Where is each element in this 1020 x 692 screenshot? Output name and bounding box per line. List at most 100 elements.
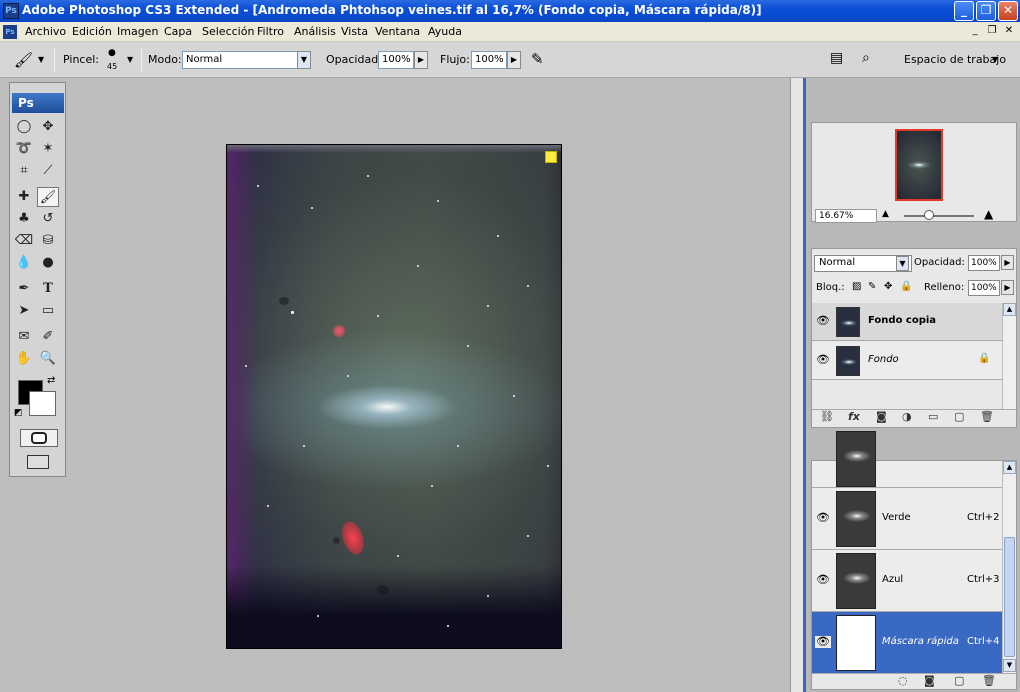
hand-icon[interactable]: ✋ (13, 349, 35, 369)
menu-ventana[interactable]: Ventana (375, 25, 420, 38)
menu-seleccion[interactable]: Selección (202, 25, 254, 38)
channel-row[interactable]: 👁 Verde Ctrl+2 (812, 488, 1003, 550)
document-icon[interactable]: Ps (3, 25, 17, 39)
lasso-icon[interactable]: ➰ (13, 139, 35, 159)
layer-opacity-input[interactable]: 100% (968, 255, 1000, 271)
notes-icon[interactable]: ✉ (13, 327, 35, 347)
scroll-up-icon[interactable]: ▲ (1003, 461, 1016, 474)
channel-row[interactable]: 👁 Máscara rápida Ctrl+4 (812, 612, 1003, 674)
close-button[interactable]: ✕ (998, 1, 1018, 21)
brush-picker-arrow-icon[interactable]: ▼ (127, 55, 133, 64)
layer-opacity-arrow-icon[interactable]: ▶ (1001, 255, 1014, 270)
path-selection-icon[interactable]: ➤ (13, 301, 35, 321)
restore-button[interactable]: ❐ (976, 1, 996, 21)
channel-row-partial[interactable] (812, 431, 1003, 488)
layer-row[interactable]: 👁 Fondo copia (812, 303, 1003, 341)
zoom-icon[interactable]: 🔍 (37, 349, 59, 369)
lock-transparency-icon[interactable]: ▨ (852, 281, 861, 292)
note-icon[interactable] (545, 151, 557, 163)
pen-icon[interactable]: ✒ (13, 279, 35, 299)
scroll-up-icon[interactable]: ▲ (1003, 303, 1016, 316)
quick-mask-button[interactable] (20, 429, 58, 447)
layer-fill-input[interactable]: 100% (968, 280, 1000, 296)
screen-mode-icon[interactable] (27, 455, 49, 469)
add-mask-icon[interactable]: ◙ (876, 410, 887, 423)
zoom-slider-thumb[interactable] (924, 210, 934, 220)
doc-minimize-button[interactable]: _ (968, 25, 982, 38)
menu-archivo[interactable]: Archivo (25, 25, 66, 38)
slice-icon[interactable]: ⟋ (37, 161, 59, 181)
layer-style-icon[interactable]: fx (848, 410, 860, 423)
link-layers-icon[interactable]: ⛓ (820, 410, 834, 423)
new-layer-icon[interactable]: ▢ (954, 410, 964, 423)
eye-icon[interactable]: 👁 (815, 636, 831, 648)
doc-restore-button[interactable]: ❐ (985, 25, 999, 38)
menu-analisis[interactable]: Análisis (294, 25, 336, 38)
opacity-input[interactable]: 100% (378, 51, 414, 69)
flow-input[interactable]: 100% (471, 51, 507, 69)
lock-all-icon[interactable]: 🔒 (900, 281, 912, 292)
menu-capa[interactable]: Capa (164, 25, 192, 38)
default-colors-icon[interactable]: ◩ (14, 408, 23, 418)
crop-icon[interactable]: ⌗ (13, 161, 35, 181)
bridge-icon[interactable]: ⌕ (862, 50, 870, 66)
tools-panel-logo[interactable]: Ps (12, 93, 64, 113)
paint-bucket-icon[interactable]: ⛁ (37, 231, 59, 251)
lock-position-icon[interactable]: ✥ (884, 281, 892, 292)
magic-wand-icon[interactable]: ✶ (37, 139, 59, 159)
background-color-swatch[interactable] (29, 391, 56, 416)
clone-stamp-icon[interactable]: ♣ (13, 209, 35, 229)
menu-edicion[interactable]: Edición (72, 25, 112, 38)
swap-colors-icon[interactable]: ⇄ (47, 375, 55, 386)
layers-scrollbar[interactable]: ▲ (1002, 303, 1016, 409)
menu-ayuda[interactable]: Ayuda (428, 25, 462, 38)
eraser-icon[interactable]: ⌫ (13, 231, 35, 251)
zoom-out-icon[interactable]: ▲ (882, 209, 889, 219)
delete-layer-icon[interactable]: 🗑 (980, 410, 994, 423)
scroll-thumb[interactable] (1004, 537, 1015, 657)
history-brush-icon[interactable]: ↺ (37, 209, 59, 229)
brush-tool-icon[interactable]: 🖌 (37, 187, 59, 207)
brush-tool-preset-icon[interactable]: 🖌 (14, 51, 33, 69)
document-canvas[interactable] (226, 144, 562, 649)
scroll-down-icon[interactable]: ▼ (1003, 659, 1016, 672)
flow-slider-arrow-icon[interactable]: ▶ (507, 51, 521, 69)
airbrush-icon[interactable]: ✎ (531, 50, 544, 68)
menu-imagen[interactable]: Imagen (117, 25, 158, 38)
blend-dropdown-icon[interactable]: ▼ (896, 256, 909, 271)
menu-filtro[interactable]: Filtro (257, 25, 284, 38)
new-group-icon[interactable]: ▭ (928, 410, 938, 423)
mode-dropdown-icon[interactable]: ▼ (297, 51, 311, 69)
navigator-zoom-input[interactable]: 16.67% (815, 209, 877, 223)
minimize-button[interactable]: _ (954, 1, 974, 21)
mode-select[interactable]: Normal (182, 51, 300, 69)
zoom-slider-track[interactable] (904, 215, 974, 217)
lock-pixels-icon[interactable]: ✎ (868, 281, 876, 292)
dock-divider[interactable] (790, 78, 806, 692)
channels-scrollbar[interactable]: ▲ ▼ (1002, 461, 1016, 673)
menu-vista[interactable]: Vista (341, 25, 368, 38)
photoshop-app-icon[interactable]: Ps (3, 3, 19, 19)
rectangle-shape-icon[interactable]: ▭ (37, 301, 59, 321)
eye-icon[interactable]: 👁 (815, 512, 831, 524)
type-tool-icon[interactable]: T (37, 279, 59, 299)
workspace-menu[interactable]: Espacio de trabajo (904, 53, 1006, 66)
brush-dot-icon[interactable]: ● (108, 48, 116, 58)
zoom-in-icon[interactable]: ▲ (984, 207, 993, 221)
navigator-thumbnail[interactable] (895, 129, 943, 201)
blur-icon[interactable]: 💧 (13, 253, 35, 273)
delete-channel-icon[interactable]: 🗑 (982, 674, 996, 687)
eye-icon[interactable]: 👁 (815, 315, 831, 327)
adjustment-layer-icon[interactable]: ◑ (902, 410, 912, 423)
palette-well-icon[interactable]: ▤ (830, 50, 843, 66)
opacity-slider-arrow-icon[interactable]: ▶ (414, 51, 428, 69)
eyedropper-icon[interactable]: ✐ (37, 327, 59, 347)
save-selection-icon[interactable]: ◙ (924, 674, 935, 687)
healing-brush-icon[interactable]: ✚ (13, 187, 35, 207)
eye-icon[interactable]: 👁 (815, 354, 831, 366)
layer-fill-arrow-icon[interactable]: ▶ (1001, 280, 1014, 295)
move-tool-icon[interactable]: ✥ (37, 117, 59, 137)
workspace-dropdown-icon[interactable]: ▼ (992, 55, 998, 64)
preset-dropdown-icon[interactable]: ▼ (38, 55, 44, 64)
elliptical-marquee-icon[interactable]: ◯ (13, 117, 35, 137)
